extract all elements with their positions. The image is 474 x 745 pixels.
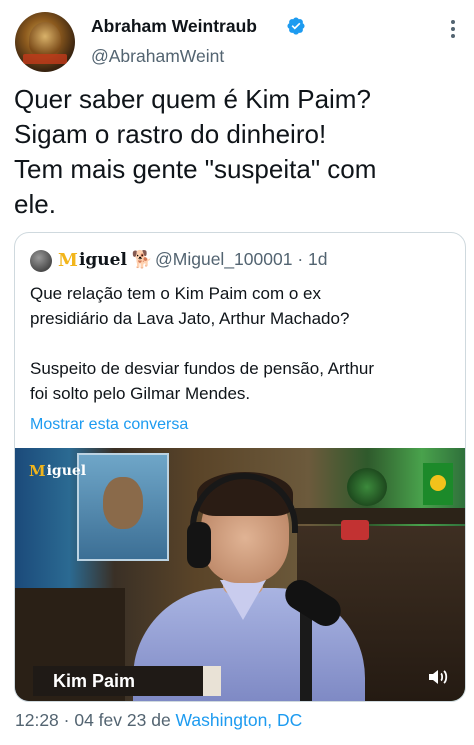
quoted-name-text: iguel bbox=[78, 250, 127, 270]
volume-icon[interactable] bbox=[427, 667, 451, 687]
quoted-time: · 1d bbox=[297, 249, 328, 269]
quoted-tweet-text: Que relação tem o Kim Paim com o ex pres… bbox=[30, 281, 455, 406]
watermark-initial: M bbox=[29, 462, 46, 480]
tweet-line: Sigam o rastro do dinheiro! bbox=[14, 119, 327, 149]
caption-accent bbox=[203, 666, 221, 696]
brazil-flag bbox=[423, 463, 453, 505]
show-thread-link[interactable]: Mostrar esta conversa bbox=[30, 416, 188, 434]
quoted-line: foi solto pelo Gilmar Mendes. bbox=[30, 384, 251, 403]
tweet-timestamp[interactable]: 12:28 · 04 fev 23 de bbox=[15, 710, 176, 730]
avatar-banner bbox=[23, 54, 67, 64]
quoted-line: Suspeito de desviar fundos de pensão, Ar… bbox=[30, 359, 375, 378]
background-shelf-top bbox=[295, 508, 465, 524]
quoted-author-name[interactable]: M iguel 🐕 bbox=[58, 247, 153, 273]
quoted-line: Que relação tem o Kim Paim com o ex bbox=[30, 284, 322, 303]
dog-emoji-icon: 🐕 bbox=[131, 250, 154, 269]
quoted-handle-time[interactable]: @Miguel_100001 · 1d bbox=[155, 249, 327, 270]
quoted-author-avatar[interactable] bbox=[30, 250, 52, 272]
tweet-line: Tem mais gente "suspeita" com bbox=[14, 154, 377, 184]
background-cup bbox=[341, 520, 369, 540]
watermark-name: iguel bbox=[46, 463, 87, 479]
video-caption-text: Kim Paim bbox=[53, 670, 136, 691]
verified-badge-icon bbox=[287, 17, 305, 35]
author-display-name[interactable]: Abraham Weintraub bbox=[91, 16, 257, 37]
avatar-figure bbox=[29, 22, 61, 58]
tweet-metadata: 12:28 · 04 fev 23 de Washington, DC bbox=[15, 710, 302, 731]
background-poster bbox=[77, 453, 169, 561]
more-options-icon[interactable] bbox=[446, 18, 460, 40]
headphone-earcup bbox=[187, 522, 211, 568]
tweet-line: Quer saber quem é Kim Paim? bbox=[14, 84, 371, 114]
video-caption: Kim Paim bbox=[33, 666, 203, 696]
quoted-name-initial: M bbox=[58, 249, 78, 271]
tweet-location-link[interactable]: Washington, DC bbox=[176, 710, 303, 730]
quoted-video[interactable]: M iguel Kim Paim bbox=[15, 448, 465, 701]
quoted-handle: @Miguel_100001 bbox=[155, 249, 293, 269]
tweet-header: Abraham Weintraub @AbrahamWeint bbox=[0, 0, 474, 80]
tweet-text: Quer saber quem é Kim Paim? Sigam o rast… bbox=[14, 82, 464, 222]
tweet-line: ele. bbox=[14, 189, 56, 219]
author-avatar[interactable] bbox=[15, 12, 75, 72]
quoted-tweet[interactable]: M iguel 🐕 @Miguel_100001 · 1d Que relaçã… bbox=[14, 232, 466, 702]
background-plant bbox=[347, 468, 387, 506]
video-watermark: M iguel bbox=[29, 462, 86, 480]
author-handle[interactable]: @AbrahamWeint bbox=[91, 46, 224, 67]
quoted-line: presidiário da Lava Jato, Arthur Machado… bbox=[30, 309, 350, 328]
